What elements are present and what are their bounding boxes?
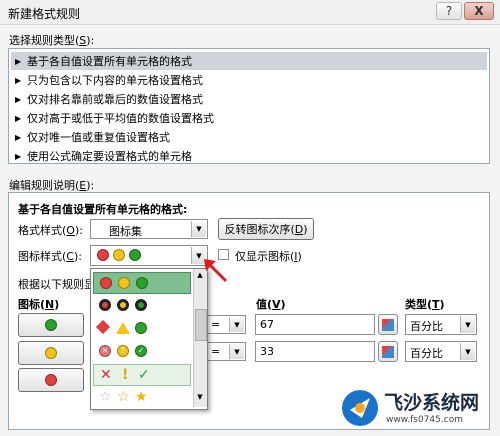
pointer-arrow-icon: [204, 259, 228, 283]
full-star-icon: ★: [135, 389, 148, 405]
scroll-thumb[interactable]: [195, 309, 207, 341]
icon-set-option-traffic-lights[interactable]: [93, 272, 191, 294]
icon-set-option-stars[interactable]: ☆ ☆ ★: [93, 387, 191, 409]
red-circle-icon: [45, 374, 57, 386]
scroll-down-icon[interactable]: ▼: [195, 393, 205, 403]
rule-type-item[interactable]: ▶ 基于各自值设置所有单元格的格式: [11, 52, 487, 70]
type-select[interactable]: 百分比 ▼: [405, 341, 477, 362]
triangle-right-icon: ▶: [15, 56, 22, 66]
type-value: 百分比: [410, 320, 443, 333]
yellow-triangle-icon: [116, 322, 130, 334]
format-style-label: 格式样式(O):: [18, 224, 83, 237]
value-input[interactable]: 67: [255, 314, 375, 335]
column-header-icon: 图标(N): [18, 298, 60, 311]
operator-value: =: [211, 345, 221, 358]
chevron-down-icon[interactable]: ▼: [229, 317, 244, 332]
type-value: 百分比: [410, 347, 443, 360]
green-circle-icon: [135, 322, 147, 334]
rule-type-item[interactable]: ▶ 使用公式确定要设置格式的单元格: [11, 147, 487, 165]
rule-type-label: 选择规则类型(S):: [9, 34, 95, 47]
rule-type-item[interactable]: ▶ 仅对高于或低于平均值的数值设置格式: [11, 109, 487, 127]
icon-style-label: 图标样式(C):: [18, 250, 82, 263]
watermark-logo-icon: [342, 390, 378, 426]
rule-icon-button[interactable]: [18, 341, 84, 365]
chevron-down-icon[interactable]: ▼: [191, 221, 206, 237]
operator-value: =: [211, 318, 221, 331]
watermark-url: www.fs0745.com: [386, 415, 463, 425]
value-text: 67: [260, 318, 274, 331]
column-header-type: 类型(T): [405, 298, 445, 311]
range-picker-button[interactable]: [378, 314, 398, 335]
icon-set-option-symbols-circled[interactable]: ✕ ! ✓: [93, 341, 191, 363]
check-circle-icon: ✓: [135, 345, 147, 357]
watermark-brand: 飞沙系统网: [384, 392, 480, 414]
check-mark-icon: ✓: [138, 367, 150, 383]
edit-rule-label: 编辑规则说明(E):: [9, 179, 95, 192]
column-header-value: 值(V): [256, 298, 286, 311]
triangle-right-icon: ▶: [15, 75, 22, 85]
rule-icon-button[interactable]: [18, 313, 84, 337]
icon-style-select[interactable]: ▼: [90, 245, 208, 266]
value-text: 33: [260, 345, 274, 358]
close-button[interactable]: X: [464, 2, 494, 20]
icon-set-option-symbols[interactable]: ✕ ! ✓: [93, 364, 191, 386]
x-circle-icon: ✕: [99, 345, 111, 357]
rule-type-list[interactable]: ▶ 基于各自值设置所有单元格的格式 ▶ 只为包含以下内容的单元格设置格式 ▶ 仅对排名…: [8, 48, 490, 164]
format-style-value: 图标集: [109, 225, 142, 238]
rule-icon-button[interactable]: [18, 368, 84, 392]
chevron-down-icon[interactable]: ▼: [460, 316, 475, 333]
red-diamond-icon: [95, 319, 111, 335]
exclamation-icon: !: [122, 367, 129, 383]
green-circle-icon: [45, 319, 57, 331]
empty-star-icon: ☆: [99, 389, 112, 405]
chevron-down-icon[interactable]: ▼: [229, 344, 244, 359]
icon-set-option-signs[interactable]: [93, 318, 191, 340]
title-bar: 新建格式规则 ? X: [0, 0, 500, 25]
yellow-light-icon: [117, 299, 129, 311]
rules-label: 根据以下规则显: [18, 278, 95, 291]
icon-style-dropdown[interactable]: ✕ ! ✓ ✕ ! ✓ ☆ ☆ ★ ▲ ▼: [90, 268, 208, 410]
watermark: 飞沙系统网 www.fs0745.com: [340, 386, 498, 434]
yellow-circle-icon: [113, 249, 125, 261]
operator-select[interactable]: = ▼: [206, 342, 246, 361]
reverse-icon-order-button[interactable]: 反转图标次序(D): [218, 218, 314, 240]
exclamation-circle-icon: !: [117, 345, 129, 357]
half-star-icon: ☆: [117, 389, 130, 405]
description-heading: 基于各自值设置所有单元格的格式:: [18, 203, 188, 216]
green-circle-icon: [136, 277, 148, 289]
triangle-right-icon: ▶: [15, 132, 22, 142]
green-light-icon: [135, 299, 147, 311]
format-style-select[interactable]: 图标集 ▼: [90, 219, 208, 239]
red-light-icon: [99, 299, 111, 311]
help-button[interactable]: ?: [436, 2, 462, 20]
triangle-right-icon: ▶: [15, 113, 22, 123]
yellow-circle-icon: [118, 277, 130, 289]
triangle-right-icon: ▶: [15, 151, 22, 161]
dropdown-scrollbar[interactable]: ▲ ▼: [193, 269, 207, 407]
triangle-right-icon: ▶: [15, 94, 22, 104]
window-title: 新建格式规则: [8, 7, 81, 21]
icon-set-option-traffic-lights-rimmed[interactable]: [93, 295, 191, 317]
red-circle-icon: [97, 249, 109, 261]
rule-type-item[interactable]: ▶ 只为包含以下内容的单元格设置格式: [11, 71, 487, 89]
rule-type-item[interactable]: ▶ 仅对排名靠前或靠后的数值设置格式: [11, 90, 487, 108]
range-picker-icon: [382, 318, 394, 331]
chevron-down-icon[interactable]: ▼: [460, 343, 475, 360]
value-input[interactable]: 33: [255, 341, 375, 362]
red-circle-icon: [100, 277, 112, 289]
show-icon-only-label: 仅显示图标(I): [235, 250, 302, 263]
range-picker-button[interactable]: [378, 341, 398, 362]
type-select[interactable]: 百分比 ▼: [405, 314, 477, 335]
green-circle-icon: [129, 249, 141, 261]
operator-select[interactable]: = ▼: [206, 315, 246, 334]
x-mark-icon: ✕: [100, 367, 112, 383]
rule-type-item[interactable]: ▶ 仅对唯一值或重复值设置格式: [11, 128, 487, 146]
range-picker-icon: [382, 345, 394, 358]
yellow-circle-icon: [45, 347, 57, 359]
